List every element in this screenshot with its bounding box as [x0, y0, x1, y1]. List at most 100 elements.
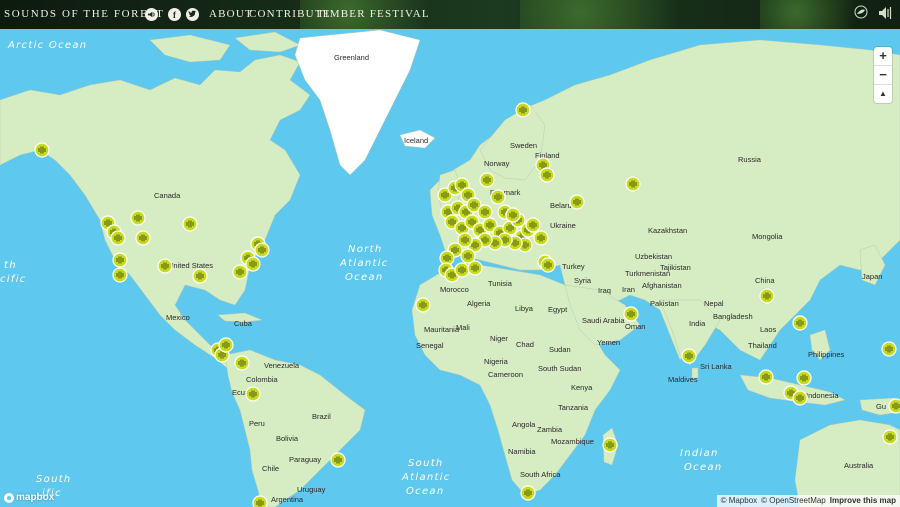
sound-wave-icon[interactable] [877, 4, 893, 25]
sound-marker[interactable] [112, 267, 128, 283]
twitter-icon[interactable] [186, 8, 199, 21]
sound-marker[interactable] [252, 495, 268, 507]
sound-marker[interactable] [520, 485, 536, 501]
country-label: Philippines [808, 350, 845, 359]
sound-marker[interactable] [34, 142, 50, 158]
sound-marker[interactable] [330, 452, 346, 468]
sound-marker[interactable] [515, 102, 531, 118]
sound-marker[interactable] [792, 315, 808, 331]
sound-marker[interactable] [254, 242, 270, 258]
country-label: Algeria [467, 299, 491, 308]
country-label: Laos [760, 325, 777, 334]
country-label: Argentina [271, 495, 304, 504]
sound-marker[interactable] [569, 194, 585, 210]
country-label: Sweden [510, 141, 537, 150]
sound-marker[interactable] [218, 337, 234, 353]
sound-marker[interactable] [759, 288, 775, 304]
sound-marker[interactable] [533, 230, 549, 246]
sound-marker[interactable] [192, 268, 208, 284]
country-label: South Sudan [538, 364, 581, 373]
country-label: Turkey [562, 262, 585, 271]
facebook-icon[interactable]: f [168, 8, 181, 21]
ocean-label-pacific-n-1: th [4, 260, 17, 271]
sound-marker[interactable] [479, 172, 495, 188]
sound-marker[interactable] [232, 264, 248, 280]
zoom-out-button[interactable]: − [874, 66, 892, 85]
attribution-osm-link[interactable]: © OpenStreetMap [761, 495, 826, 507]
sound-marker[interactable] [245, 386, 261, 402]
country-label: Yemen [597, 338, 620, 347]
country-label: Nepal [704, 299, 724, 308]
sound-marker[interactable] [623, 306, 639, 322]
sound-marker[interactable] [792, 390, 808, 406]
country-label: Libya [515, 304, 534, 313]
country-label: Turkmenistan [625, 269, 670, 278]
header-bar: SOUNDS OF THE FOREST f ABOUT CONTRIBUTE … [0, 0, 900, 29]
ocean-label-pacific-s-1: South [36, 474, 72, 485]
speaker-icon[interactable] [145, 8, 158, 21]
country-label: Venezuela [264, 361, 300, 370]
sound-marker[interactable] [245, 256, 261, 272]
country-label: Peru [249, 419, 265, 428]
country-label: Uruguay [297, 485, 326, 494]
sound-marker[interactable] [415, 297, 431, 313]
sound-marker[interactable] [758, 369, 774, 385]
sound-marker[interactable] [110, 230, 126, 246]
nav-timber-festival[interactable]: TIMBER FESTIVAL [317, 8, 430, 20]
sound-marker[interactable] [112, 252, 128, 268]
improve-map-link[interactable]: Improve this map [830, 495, 896, 507]
compass-button[interactable]: ▲ [874, 85, 892, 103]
sound-marker[interactable] [130, 210, 146, 226]
country-label: Japan [862, 272, 882, 281]
sound-marker[interactable] [888, 398, 900, 414]
country-label: China [755, 276, 775, 285]
country-label: Egypt [548, 305, 568, 314]
sound-marker[interactable] [490, 189, 506, 205]
country-label: Paraguay [289, 455, 321, 464]
world-map[interactable]: Arctic Ocean North Atlantic Ocean South … [0, 29, 900, 507]
country-label: Canada [154, 191, 181, 200]
sound-marker[interactable] [135, 230, 151, 246]
country-label: Tunisia [488, 279, 513, 288]
ocean-label-north-atlantic-3: Ocean [345, 272, 384, 283]
attribution-mapbox-link[interactable]: © Mapbox [721, 495, 758, 507]
leaf-logo-icon[interactable] [853, 4, 869, 23]
country-label: Bangladesh [713, 312, 753, 321]
sound-marker[interactable] [540, 257, 556, 273]
country-label: Kazakhstan [648, 226, 687, 235]
country-label: Afghanistan [642, 281, 682, 290]
sound-marker[interactable] [539, 167, 555, 183]
country-label: Gu [876, 402, 886, 411]
sound-marker[interactable] [454, 262, 470, 278]
sound-marker[interactable] [525, 217, 541, 233]
country-label: Niger [490, 334, 508, 343]
sound-marker[interactable] [477, 204, 493, 220]
country-label: Iceland [404, 136, 428, 145]
sound-marker[interactable] [796, 370, 812, 386]
site-title[interactable]: SOUNDS OF THE FOREST [4, 8, 164, 20]
country-label: Mongolia [752, 232, 783, 241]
sound-marker[interactable] [505, 207, 521, 223]
sound-marker[interactable] [881, 341, 897, 357]
country-label: Chad [516, 340, 534, 349]
country-label: Oman [625, 322, 645, 331]
zoom-in-button[interactable]: + [874, 47, 892, 66]
sound-marker[interactable] [182, 216, 198, 232]
country-label: Pakistan [650, 299, 679, 308]
sound-marker[interactable] [602, 437, 618, 453]
sound-marker[interactable] [625, 176, 641, 192]
country-label: Ukraine [550, 221, 576, 230]
country-label: Namibia [508, 447, 536, 456]
sound-marker[interactable] [234, 355, 250, 371]
sound-marker[interactable] [460, 248, 476, 264]
mapbox-logo[interactable]: mapbox [4, 492, 54, 503]
sound-marker[interactable] [882, 429, 898, 445]
sound-marker[interactable] [681, 348, 697, 364]
country-label: Mauritania [424, 325, 460, 334]
country-label: India [689, 319, 706, 328]
country-label: Morocco [440, 285, 469, 294]
country-label: Australia [844, 461, 874, 470]
country-label: Zambia [537, 425, 563, 434]
nav-about[interactable]: ABOUT [209, 8, 253, 20]
sound-marker[interactable] [157, 258, 173, 274]
